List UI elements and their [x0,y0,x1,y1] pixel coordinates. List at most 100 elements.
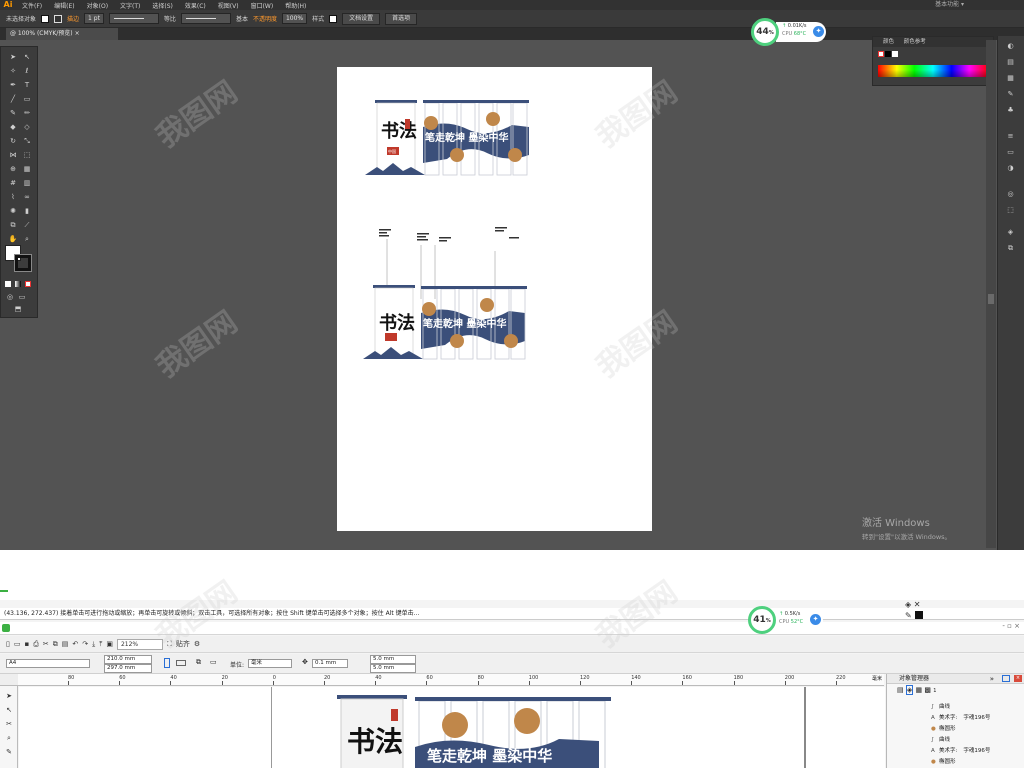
panel-restore-icon[interactable] [1002,675,1010,682]
menu-select[interactable]: 选择(S) [146,1,179,10]
zoom-tool-icon[interactable]: ⌕ [22,235,32,244]
direct-selection-tool-icon[interactable]: ↖ [22,53,32,62]
document-setup-button[interactable]: 文档设置 [342,12,381,25]
crop-tool-icon[interactable]: ✂ [4,720,14,729]
menu-view[interactable]: 视图(V) [212,1,245,10]
portrait-icon[interactable] [164,658,170,668]
symbol-sprayer-tool-icon[interactable]: ✺ [8,207,18,216]
artboard-tool-icon[interactable]: ⧉ [8,221,18,230]
object-list-item[interactable]: A 美术字: 字魂196号 [931,713,990,721]
pen-small-icon[interactable]: ✎ [905,611,912,620]
opacity-input[interactable]: 100% [281,13,308,24]
duplicate-x-input[interactable]: 5.0 mm [370,655,416,664]
vertical-scrollbar[interactable] [986,40,996,548]
accelerate-icon[interactable]: ✦ [810,614,821,625]
blend-tool-icon[interactable]: ∞ [22,193,32,202]
perspective-grid-tool-icon[interactable]: ▦ [22,165,32,174]
screen-mode-icon[interactable]: ▭ [17,293,27,302]
object-list-item[interactable]: ● 椭圆形 [931,724,956,732]
line-tool-icon[interactable]: ╱ [8,95,18,104]
black-swatch[interactable] [885,51,891,57]
graphic-styles-icon[interactable]: ⬚ [1006,206,1015,214]
stroke-swatch[interactable] [54,14,63,23]
paste-icon[interactable]: ▤ [62,640,69,648]
lasso-tool-icon[interactable]: ℓ [22,67,32,76]
full-screen-icon[interactable]: ⛶ [167,640,172,649]
tab-color-guide[interactable]: 颜色参考 [904,39,926,45]
cut-icon[interactable]: ✂ [43,640,49,648]
layer-view-icon[interactable]: ▦ [915,686,922,694]
fill-icon[interactable]: ◈ [905,600,911,609]
variable-width-profile[interactable] [108,13,159,24]
free-transform-tool-icon[interactable]: ⬚ [22,151,32,160]
duplicate-y-input[interactable]: 5.0 mm [370,664,416,673]
object-list-item[interactable]: ∫ 曲线 [931,702,950,710]
export-icon[interactable]: ⤒ [99,640,102,649]
window-controls[interactable]: - ▫ × [1002,622,1020,630]
artboards-icon[interactable]: ⧉ [1006,244,1015,252]
color-spectrum[interactable] [878,65,988,77]
draw-mode-icon[interactable]: ◎ [5,293,15,302]
swatches-icon[interactable]: ▦ [1006,74,1015,82]
color-mode-icon[interactable] [5,281,11,287]
type-tool-icon[interactable]: T [22,81,32,90]
units-select[interactable]: 毫米 [248,659,292,668]
column-graph-tool-icon[interactable]: ▮ [22,207,32,216]
gradient-mode-icon[interactable] [15,281,21,287]
transparency-icon[interactable]: ◑ [1006,164,1015,172]
close-x-icon[interactable]: ✕ [914,600,921,609]
copy-icon[interactable]: ⧉ [53,640,58,649]
new-icon[interactable]: ▯ [6,640,10,648]
artboard[interactable]: 书法 中国 笔走乾坤 墨染中华 书法 笔走乾坤 墨染中华 [337,67,652,531]
symbols-icon[interactable]: ♣ [1006,106,1015,114]
pick-tool-icon[interactable]: ➤ [4,692,14,701]
hand-tool-icon[interactable]: ✋ [8,235,18,244]
mesh-tool-icon[interactable]: # [8,179,18,188]
object-list-item[interactable]: A 美术字: 字魂196号 [931,746,990,754]
print-icon[interactable]: ⎙ [33,640,39,649]
system-monitor-widget-2[interactable]: ↑ 0.5K/s CPU 52°C ✦ 41% [748,606,823,638]
panel-close-icon[interactable]: × [1014,675,1022,682]
opacity-label[interactable]: 不透明度 [253,14,277,23]
brushes-icon[interactable]: ✎ [1006,90,1015,98]
gradient-panel-icon[interactable]: ▭ [1006,148,1015,156]
close-tab-icon[interactable]: × [75,30,80,37]
scrollbar-thumb[interactable] [988,294,994,304]
object-list-item[interactable]: ∫ 曲线 [931,735,950,743]
layer-properties-icon[interactable]: ▤ [897,686,904,694]
color-guide-icon[interactable]: ▤ [1006,58,1015,66]
width-tool-icon[interactable]: ⋈ [8,151,18,160]
page-width-input[interactable]: 210.0 mm [104,655,152,664]
none-swatch[interactable] [878,51,884,57]
stroke-color-box[interactable] [14,254,32,272]
eyedropper-tool-icon[interactable]: ⌇ [8,193,18,202]
menu-type[interactable]: 文字(T) [114,1,146,10]
rectangle-tool-icon[interactable]: ▭ [22,95,32,104]
system-monitor-widget[interactable]: ↑ 0.01K/s CPU 68°C ✦ 44% [751,18,826,46]
tab-color[interactable]: 颜色 [883,39,894,45]
paintbrush-tool-icon[interactable]: ✎ [8,109,18,118]
culture-wall-design-top[interactable]: 书法 中国 笔走乾坤 墨染中华 [365,100,529,176]
workspace-switcher[interactable]: 基本功能 ▾ [935,0,964,10]
stroke-weight-input[interactable]: 1 pt [84,13,104,24]
pen-tool-icon[interactable]: ✒ [8,81,18,90]
save-icon[interactable]: ▪ [24,640,29,648]
scale-tool-icon[interactable]: ⤡ [22,137,32,146]
current-page-icon[interactable]: ▭ [210,658,217,666]
selection-tool-icon[interactable]: ➤ [8,53,18,62]
nudge-distance-input[interactable]: 0.1 mm [312,659,348,668]
publish-pdf-icon[interactable]: ▣ [106,640,113,648]
accelerate-icon[interactable]: ✦ [813,26,824,37]
options-icon[interactable]: ⚙ [194,640,200,648]
undo-icon[interactable]: ↶ [72,640,78,648]
zoom-tool-icon[interactable]: ⌕ [4,734,14,743]
zoom-level-select[interactable]: 212% [116,638,163,650]
layers-icon[interactable]: ◈ [1006,228,1015,236]
pencil-tool-icon[interactable]: ✏ [22,109,32,118]
blob-brush-tool-icon[interactable]: ◆ [8,123,18,132]
appearance-icon[interactable]: ◎ [1006,190,1015,198]
magic-wand-tool-icon[interactable]: ✧ [8,67,18,76]
redo-icon[interactable]: ↷ [82,640,88,648]
style-swatch[interactable] [329,14,338,23]
none-mode-icon[interactable] [25,281,31,287]
